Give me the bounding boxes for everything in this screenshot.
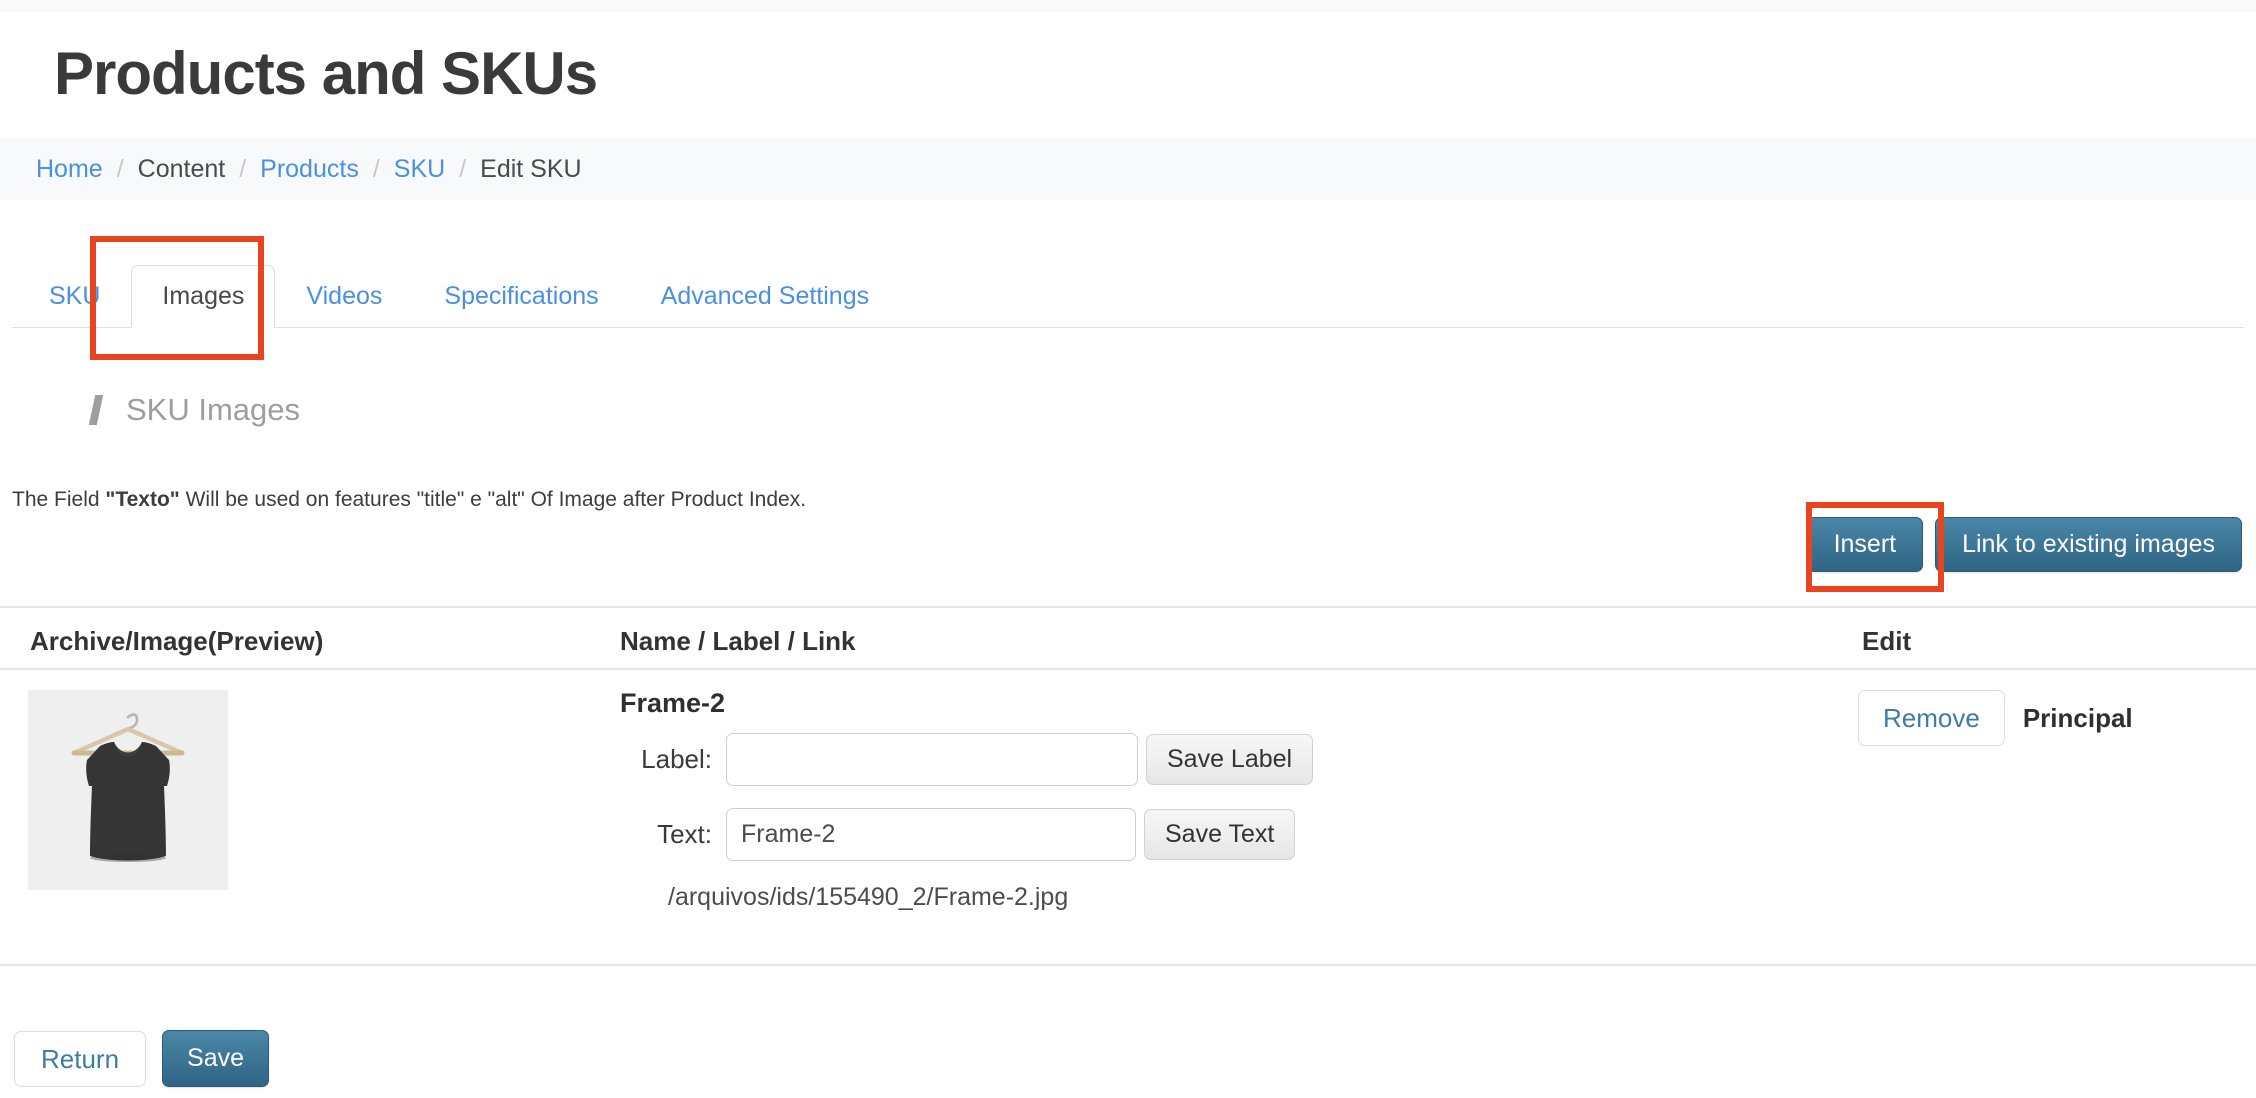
column-header-name: Name / Label / Link: [620, 626, 856, 657]
top-strip: [0, 0, 2256, 12]
save-button[interactable]: Save: [162, 1030, 269, 1087]
tab-videos[interactable]: Videos: [275, 265, 413, 328]
tab-images[interactable]: Images: [131, 265, 275, 328]
tank-top-preview-icon: [28, 690, 228, 890]
helper-note: The Field "Texto" Will be used on featur…: [12, 488, 806, 512]
insert-button[interactable]: Insert: [1807, 517, 1924, 572]
section-heading: SKU Images: [92, 392, 300, 428]
label-field-row: Label: Save Label: [620, 733, 1313, 786]
helper-note-bold: "Texto": [105, 488, 179, 511]
tab-bar: SKU Images Videos Specifications Advance…: [0, 252, 2256, 328]
section-heading-label: SKU Images: [126, 392, 300, 428]
tab-advanced-settings[interactable]: Advanced Settings: [630, 265, 900, 328]
footer-actions: Return Save: [14, 1030, 269, 1087]
table-row: Frame-2 Label: Save Label Text: Save Tex…: [0, 670, 2256, 960]
image-name: Frame-2: [620, 688, 1313, 719]
image-details: Frame-2 Label: Save Label Text: Save Tex…: [620, 688, 1313, 912]
remove-button[interactable]: Remove: [1858, 690, 2005, 746]
column-header-archive: Archive/Image(Preview): [30, 626, 323, 657]
page-root: Products and SKUs Home / Content / Produ…: [0, 0, 2256, 1098]
helper-note-prefix: The Field: [12, 488, 105, 511]
page-title: Products and SKUs: [54, 42, 597, 105]
tab-specifications[interactable]: Specifications: [413, 265, 629, 328]
breadcrumb-item-home[interactable]: Home: [36, 155, 103, 184]
breadcrumb-separator: /: [239, 155, 246, 184]
slash-bar-icon: [89, 395, 103, 425]
save-text-button[interactable]: Save Text: [1144, 809, 1295, 860]
breadcrumb-item-products[interactable]: Products: [260, 155, 359, 184]
save-label-button[interactable]: Save Label: [1146, 734, 1313, 785]
breadcrumb-separator: /: [459, 155, 466, 184]
breadcrumb: Home / Content / Products / SKU / Edit S…: [0, 138, 2256, 200]
breadcrumb-item-content: Content: [138, 155, 226, 184]
divider-actions: [0, 606, 2256, 608]
row-edit-actions: Remove Principal: [1858, 690, 2133, 746]
text-input[interactable]: [726, 808, 1136, 861]
text-field-label: Text:: [620, 819, 712, 850]
return-button[interactable]: Return: [14, 1031, 146, 1087]
link-existing-images-button[interactable]: Link to existing images: [1935, 517, 2242, 572]
breadcrumb-separator: /: [373, 155, 380, 184]
image-thumbnail[interactable]: [28, 690, 228, 890]
tab-sku[interactable]: SKU: [18, 265, 131, 328]
breadcrumb-item-edit-sku: Edit SKU: [480, 155, 581, 184]
text-field-row: Text: Save Text: [620, 808, 1313, 861]
divider-bottom: [0, 964, 2256, 966]
image-path: /arquivos/ids/155490_2/Frame-2.jpg: [668, 883, 1313, 912]
breadcrumb-item-sku[interactable]: SKU: [394, 155, 445, 184]
tab-bar-underline: [12, 327, 2244, 328]
principal-badge: Principal: [2023, 703, 2133, 734]
column-header-edit: Edit: [1862, 626, 1911, 657]
helper-note-suffix: Will be used on features "title" e "alt"…: [180, 488, 806, 511]
label-field-label: Label:: [620, 744, 712, 775]
breadcrumb-separator: /: [117, 155, 124, 184]
table-header: Archive/Image(Preview) Name / Label / Li…: [0, 614, 2256, 670]
label-input[interactable]: [726, 733, 1138, 786]
image-actions: Insert Link to existing images: [1807, 517, 2242, 572]
